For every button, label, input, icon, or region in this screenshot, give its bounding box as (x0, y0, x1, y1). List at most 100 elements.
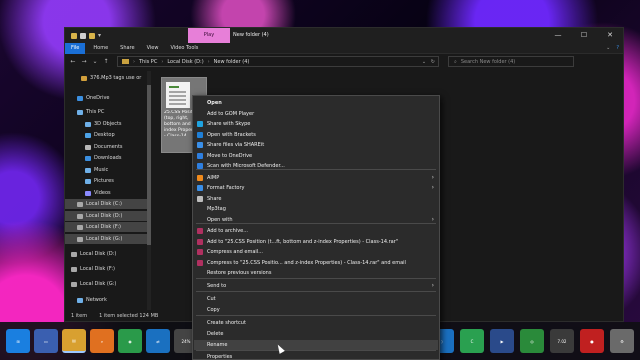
sidebar-item[interactable]: 3D Objects (65, 119, 147, 129)
menu-item-label: Create shortcut (207, 320, 246, 326)
menu-item[interactable]: Add to archive... (194, 226, 438, 236)
winrar-icon (197, 259, 203, 266)
camera-app[interactable]: ◉ (118, 329, 142, 353)
properties-icon[interactable] (80, 32, 86, 39)
menu-item[interactable]: AIMP › (194, 173, 438, 183)
help-icon[interactable]: ? (616, 43, 619, 54)
menu-item[interactable]: Compress to "25.CSS Positio... and z-ind… (194, 258, 438, 268)
menu-item[interactable]: Format Factory › (194, 183, 438, 193)
menu-item[interactable]: Create shortcut (194, 318, 438, 328)
menu-item[interactable]: Compress and email... (194, 247, 438, 257)
menu-item[interactable]: Share (194, 194, 438, 204)
sidebar-item[interactable]: Downloads (65, 153, 147, 163)
cloud-icon (77, 95, 83, 101)
recorder-app[interactable]: ● (580, 329, 604, 353)
sidebar-item[interactable]: 376.Mp3 tags use or (65, 73, 147, 83)
sidebar-item-label: This PC (86, 109, 105, 115)
sidebar-item[interactable]: Music (65, 165, 147, 175)
sidebar-item[interactable]: Local Disk (D:) (65, 211, 147, 221)
desktop-app[interactable]: ▭ (34, 329, 58, 353)
address-bar[interactable]: › This PC › Local Disk (D:) › New folder… (117, 56, 439, 67)
camtasia-app[interactable]: C (460, 329, 484, 353)
menu-item[interactable]: Open with › (194, 215, 438, 225)
sidebar-item[interactable]: Local Disk (F:) (65, 264, 147, 274)
format-factory-icon (197, 185, 203, 191)
menu-item[interactable]: Mp3tag (194, 204, 438, 214)
documents-icon (85, 144, 91, 150)
sidebar-item[interactable]: Desktop (65, 130, 147, 140)
breadcrumb-sep: › (161, 58, 164, 65)
search-input[interactable]: ⌕ Search New folder (4) (448, 56, 574, 67)
start-button[interactable]: ⊞ (6, 329, 30, 353)
menu-item[interactable]: Share with Skype (194, 119, 438, 129)
chevron-down-icon[interactable]: ▾ (98, 32, 101, 39)
folder-icon[interactable] (71, 32, 77, 39)
menu-item[interactable]: Move to OneDrive (194, 151, 438, 161)
search-app[interactable]: ⌕ (90, 329, 114, 353)
menu-item-label: Open with (207, 216, 233, 223)
sidebar-item-label: Local Disk (F:) (86, 224, 121, 230)
video-app[interactable]: ▶ (490, 329, 514, 353)
menu-item[interactable]: Send to › (194, 281, 438, 291)
tab-view[interactable]: View (141, 43, 165, 54)
menu-item[interactable]: Open (194, 98, 438, 108)
recent-locations-button[interactable]: ⌄ (91, 58, 99, 65)
sidebar-item-label: 376.Mp3 tags use or (90, 75, 142, 81)
menu-item[interactable]: Add to GOM Player (194, 109, 438, 119)
back-button[interactable]: ← (69, 58, 77, 65)
close-button[interactable]: ✕ (597, 28, 623, 43)
defender-icon (197, 163, 203, 169)
up-button[interactable]: ↑ (102, 58, 110, 65)
menu-item[interactable]: Cut (194, 294, 438, 304)
refresh-icon[interactable]: ↻ (431, 59, 435, 65)
menu-item[interactable]: Open with Brackets (194, 130, 438, 140)
sidebar-item[interactable]: OneDrive (65, 93, 147, 103)
sidebar-item[interactable]: Local Disk (G:) (65, 234, 147, 244)
menu-item-label: Properties (207, 354, 233, 360)
breadcrumb-local-disk-d[interactable]: Local Disk (D:) (167, 59, 203, 65)
caption-buttons: — ☐ ✕ (545, 28, 623, 43)
sidebar-item[interactable]: Network (65, 295, 147, 305)
sidebar-item-label: Music (94, 167, 109, 173)
settings-app[interactable]: ⚙ (610, 329, 634, 353)
menu-item[interactable]: Properties (194, 352, 438, 360)
files-app[interactable]: ▤ (62, 329, 86, 353)
chrome-app[interactable]: ◎ (520, 329, 544, 353)
sidebar-item[interactable]: Local Disk (G:) (65, 279, 147, 289)
submenu-arrow-icon: › (431, 173, 434, 181)
sidebar-item[interactable]: This PC (65, 107, 147, 117)
sidebar-item-label: Local Disk (D:) (86, 213, 123, 219)
forward-button[interactable]: → (80, 58, 88, 65)
new-folder-icon[interactable] (89, 32, 95, 39)
drive-icon (71, 251, 77, 257)
menu-item-label: Share files via SHAREit (207, 142, 265, 148)
menu-item[interactable]: Copy (194, 305, 438, 315)
breadcrumb-this-pc[interactable]: This PC (139, 59, 157, 65)
breadcrumb-new-folder-4[interactable]: New folder (4) (214, 59, 250, 65)
minimize-button[interactable]: — (545, 28, 571, 43)
sidebar-item[interactable]: Local Disk (D:) (65, 249, 147, 259)
sidebar-item[interactable]: Documents (65, 142, 147, 152)
menu-item[interactable]: Restore previous versions (194, 268, 438, 278)
menu-separator (196, 291, 436, 292)
maximize-button[interactable]: ☐ (571, 28, 597, 43)
menu-item[interactable]: Scan with Microsoft Defender... (194, 161, 438, 171)
sidebar-item[interactable]: Videos (65, 188, 147, 198)
tab-file[interactable]: File (65, 42, 86, 54)
sidebar-item[interactable]: Local Disk (C:) (65, 199, 147, 209)
menu-item[interactable]: Add to "25.CSS Position (t...ft, bottom … (194, 237, 438, 247)
menu-item[interactable]: Delete (194, 329, 438, 339)
sidebar-item[interactable]: Local Disk (F:) (65, 222, 147, 232)
tab-play[interactable]: Play (188, 28, 230, 43)
tab-home[interactable]: Home (87, 43, 114, 54)
address-dropdown-icon[interactable]: ⌄ (422, 59, 426, 65)
menu-item-label: Share with Skype (207, 121, 251, 127)
teamviewer-app[interactable]: ⇄ (146, 329, 170, 353)
menu-item[interactable]: Rename (194, 339, 438, 350)
monitor-app[interactable]: 7.02 (550, 329, 574, 353)
expand-ribbon-icon[interactable]: ⌄ (606, 43, 610, 54)
sidebar-item[interactable]: Pictures (65, 176, 147, 186)
menu-item[interactable]: Share files via SHAREit (194, 140, 438, 150)
tab-share[interactable]: Share (114, 43, 140, 54)
tab-video-tools[interactable]: Video Tools (164, 43, 204, 54)
